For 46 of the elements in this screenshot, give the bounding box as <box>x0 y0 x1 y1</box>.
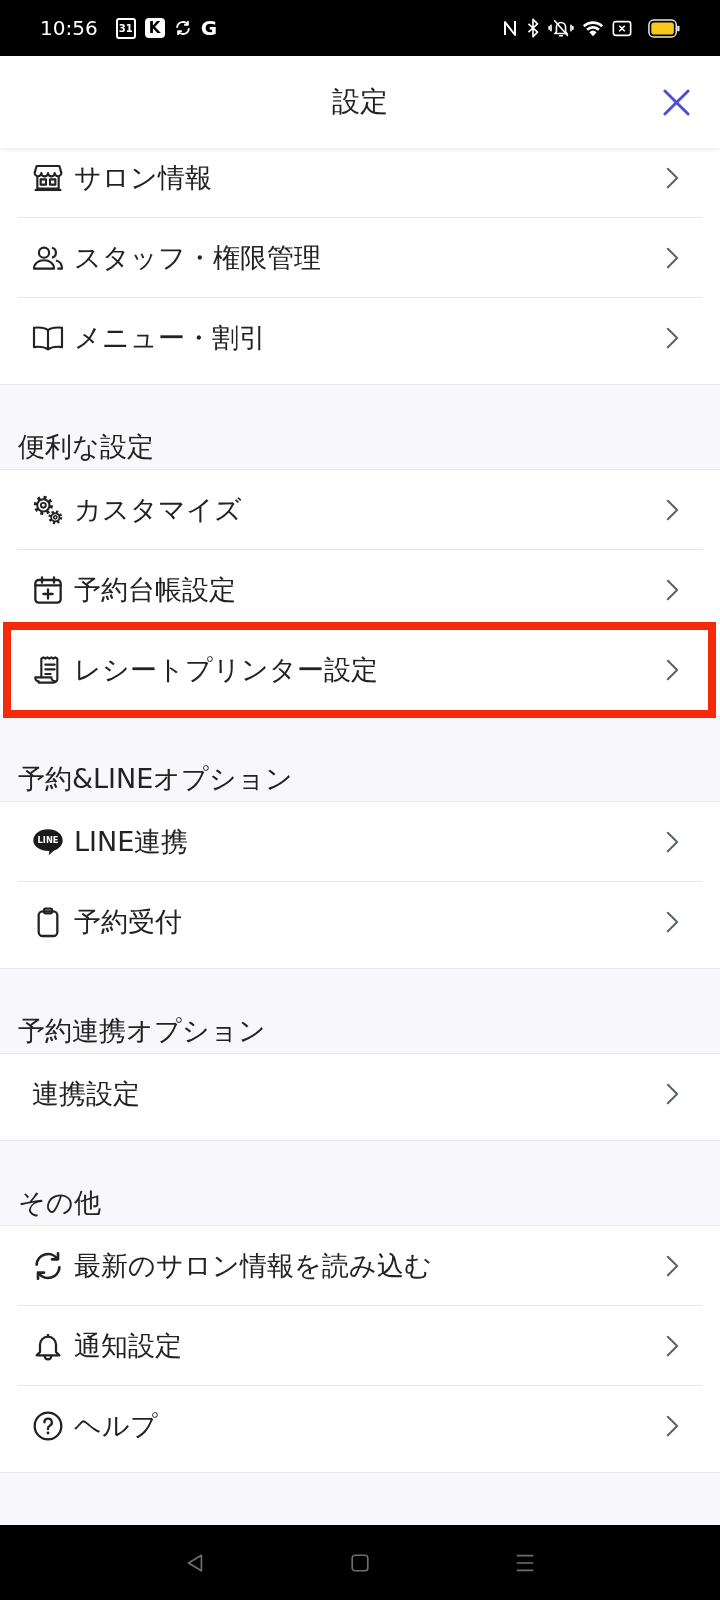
settings-item[interactable]: 予約台帳設定 <box>17 550 703 630</box>
settings-item[interactable]: メニュー・割引 <box>17 298 703 378</box>
no-sim-icon <box>612 19 632 37</box>
section-heading: 予約連携オプション <box>18 1014 266 1048</box>
chevron-right-icon <box>666 497 679 522</box>
page-title: 設定 <box>332 84 388 120</box>
sync-notification-icon <box>173 19 192 37</box>
app-notification-icon: G <box>200 17 218 39</box>
settings-item[interactable]: サロン情報 <box>17 148 703 218</box>
wifi-icon <box>582 18 604 38</box>
chevron-right-icon <box>666 1414 679 1438</box>
chevron-right-icon <box>666 165 679 190</box>
help-icon <box>32 1410 64 1442</box>
chevron-right-icon <box>666 1333 679 1358</box>
close-icon <box>662 88 690 116</box>
bluetooth-icon <box>526 18 540 38</box>
chevron-right-icon <box>666 1253 679 1278</box>
vibrate-mute-icon <box>548 18 574 38</box>
settings-item[interactable]: レシートプリンター設定 <box>17 630 703 710</box>
calendar-plus-icon <box>32 573 64 606</box>
nfc-icon <box>502 18 518 38</box>
settings-item[interactable]: ヘルプ <box>17 1386 703 1466</box>
section-heading: その他 <box>18 1186 101 1220</box>
calendar-notification-icon: 31 <box>115 17 136 39</box>
section-heading: 予約&LINEオプション <box>18 762 294 796</box>
chevron-right-icon <box>666 1082 679 1106</box>
chevron-right-icon <box>666 658 679 682</box>
chevron-right-icon <box>666 829 679 854</box>
settings-item[interactable]: スタッフ・権限管理 <box>17 218 703 298</box>
status-time: 10:56 <box>40 16 98 40</box>
chevron-right-icon <box>666 326 679 350</box>
refresh-icon <box>32 1249 64 1282</box>
chevron-right-icon <box>666 910 679 934</box>
settings-item[interactable]: LINE LINE連携 <box>17 802 703 882</box>
chevron-right-icon <box>666 577 679 602</box>
settings-item[interactable]: カスタマイズ <box>17 470 703 550</box>
gears-icon <box>32 493 64 526</box>
settings-item[interactable]: 連携設定 <box>17 1054 703 1134</box>
settings-item[interactable]: 通知設定 <box>17 1306 703 1386</box>
home-icon[interactable] <box>349 1551 371 1574</box>
app-notification-icon: K <box>144 18 165 38</box>
section-heading: 便利な設定 <box>18 430 154 464</box>
settings-item[interactable]: 予約受付 <box>17 882 703 962</box>
settings-item[interactable]: 最新のサロン情報を読み込む <box>17 1226 703 1306</box>
battery-icon <box>648 18 680 38</box>
chevron-right-icon <box>666 245 679 270</box>
